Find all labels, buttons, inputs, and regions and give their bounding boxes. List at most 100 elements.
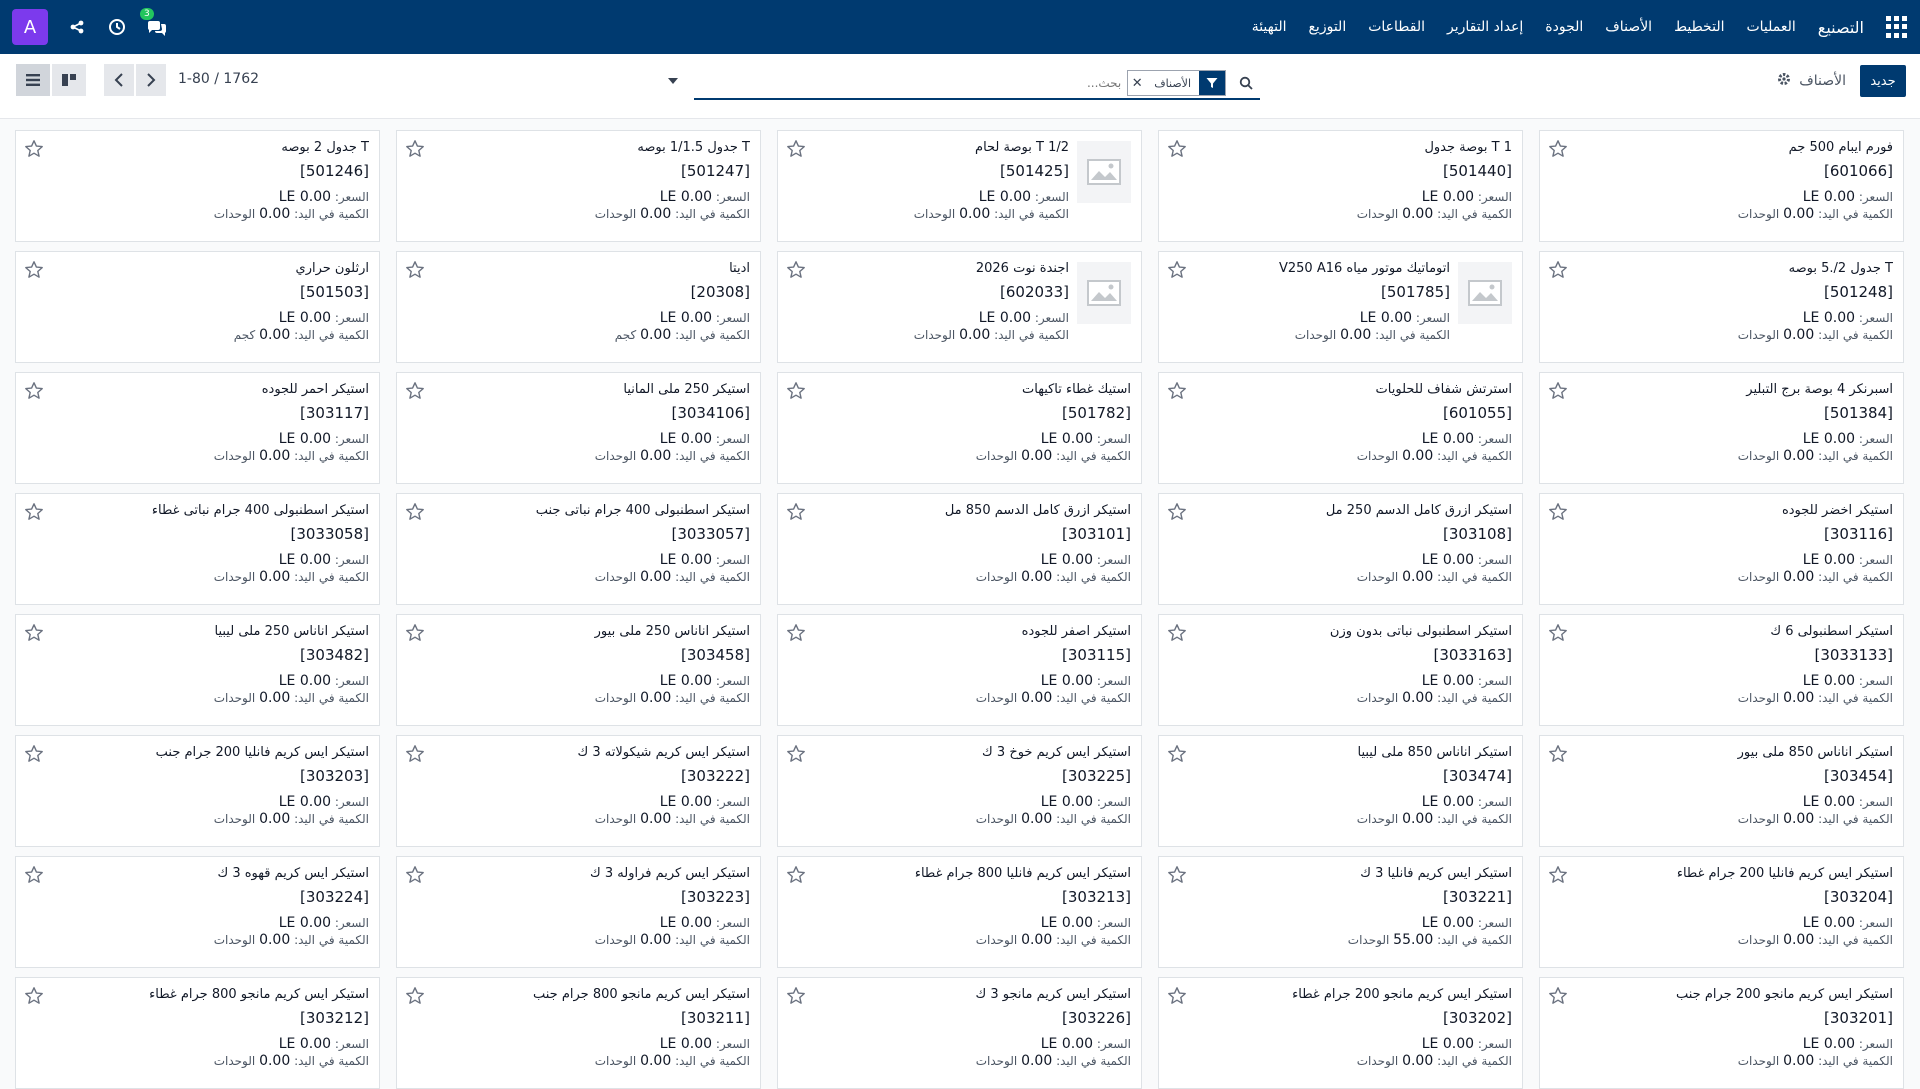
chat-icon[interactable]: 3 (140, 8, 168, 38)
star-icon[interactable] (405, 865, 425, 885)
star-icon[interactable] (1548, 139, 1568, 159)
product-card[interactable]: T 1/2 بوصة لحام [501425] السعر: 0.00 LE … (777, 130, 1142, 242)
share-icon[interactable] (66, 16, 88, 38)
product-card[interactable]: استيكر اصفر للجوده [303115] السعر: 0.00 … (777, 614, 1142, 726)
product-card[interactable]: استيكر ايس كريم فانليا 200 جرام غطاء [30… (1539, 856, 1904, 968)
product-card[interactable]: استيكر اسطنبولى 6 ك [3033133] السعر: 0.0… (1539, 614, 1904, 726)
star-icon[interactable] (405, 986, 425, 1006)
star-icon[interactable] (786, 623, 806, 643)
star-icon[interactable] (786, 865, 806, 885)
star-icon[interactable] (1167, 865, 1187, 885)
product-card[interactable]: استيكر اناناس 250 ملى ليبيا [303482] الس… (15, 614, 380, 726)
star-icon[interactable] (24, 502, 44, 522)
menu-operations[interactable]: العمليات (1746, 19, 1795, 35)
product-card[interactable]: T 1 بوصة جدول [501440] السعر: 0.00 LE ال… (1158, 130, 1523, 242)
menu-configuration[interactable]: التهيئة (1252, 19, 1287, 35)
product-card[interactable]: استيكر اخضر للجوده [303116] السعر: 0.00 … (1539, 493, 1904, 605)
star-icon[interactable] (1167, 986, 1187, 1006)
user-avatar[interactable]: A (12, 9, 48, 45)
star-icon[interactable] (1167, 502, 1187, 522)
product-card[interactable]: اجندة نوت 2026 [602033] السعر: 0.00 LE ا… (777, 251, 1142, 363)
product-card[interactable]: استيكر اسطنبولى 400 جرام نباتى غطاء [303… (15, 493, 380, 605)
product-card[interactable]: استرتش شفاف للحلويات [601055] السعر: 0.0… (1158, 372, 1523, 484)
menu-quality[interactable]: الجودة (1545, 19, 1583, 35)
product-card[interactable]: فورم ايبام 500 جم [601066] السعر: 0.00 L… (1539, 130, 1904, 242)
product-card[interactable]: استيك غطاء تاكيهات [501782] السعر: 0.00 … (777, 372, 1142, 484)
product-card[interactable]: استيكر ايس كريم خوخ 3 ك [303225] السعر: … (777, 735, 1142, 847)
product-card[interactable]: اسبرنكر 4 بوصة برج التبلير [501384] السع… (1539, 372, 1904, 484)
star-icon[interactable] (786, 381, 806, 401)
star-icon[interactable] (786, 744, 806, 764)
clock-icon[interactable] (106, 16, 128, 38)
star-icon[interactable] (786, 502, 806, 522)
search-icon[interactable] (1232, 69, 1260, 97)
product-card[interactable]: استيكر ايس كريم مانجو 800 جرام غطاء [303… (15, 977, 380, 1089)
star-icon[interactable] (24, 381, 44, 401)
list-view-button[interactable] (16, 64, 50, 96)
product-card[interactable]: اتوماتيك موتور مياه V250 A16 [501785] ال… (1158, 251, 1523, 363)
star-icon[interactable] (1548, 381, 1568, 401)
star-icon[interactable] (405, 139, 425, 159)
pager-next-button[interactable] (136, 64, 166, 96)
menu-reporting[interactable]: إعداد التقارير (1447, 19, 1523, 35)
product-card[interactable]: استيكر ايس كريم فراوله 3 ك [303223] السع… (396, 856, 761, 968)
star-icon[interactable] (405, 381, 425, 401)
menu-distribution[interactable]: التوزيع (1308, 19, 1346, 35)
product-card[interactable]: T جدول 2/.5 بوصه [501248] السعر: 0.00 LE… (1539, 251, 1904, 363)
product-card[interactable]: استيكر اسطنبولى نباتى بدون وزن [3033163]… (1158, 614, 1523, 726)
star-icon[interactable] (24, 744, 44, 764)
star-icon[interactable] (1167, 744, 1187, 764)
menu-sectors[interactable]: القطاعات (1368, 19, 1425, 35)
star-icon[interactable] (405, 623, 425, 643)
product-card[interactable]: استيكر ايس كريم مانجو 200 جرام غطاء [303… (1158, 977, 1523, 1089)
facet-close-icon[interactable]: ✕ (1128, 76, 1146, 91)
star-icon[interactable] (1167, 381, 1187, 401)
star-icon[interactable] (1548, 744, 1568, 764)
product-card[interactable]: استيكر ايس كريم فانليا 3 ك [303221] السع… (1158, 856, 1523, 968)
star-icon[interactable] (1167, 623, 1187, 643)
star-icon[interactable] (24, 986, 44, 1006)
product-card[interactable]: استيكر ازرق كامل الدسم 850 مل [303101] ا… (777, 493, 1142, 605)
product-card[interactable]: استيكر احمر للجوده [303117] السعر: 0.00 … (15, 372, 380, 484)
product-card[interactable]: استيكر 250 ملى المانيا [3034106] السعر: … (396, 372, 761, 484)
product-card[interactable]: استيكر اناناس 250 ملى بيور [303458] السع… (396, 614, 761, 726)
product-card[interactable]: استيكر ايس كريم مانجو 3 ك [303226] السعر… (777, 977, 1142, 1089)
product-card[interactable]: استيكر ازرق كامل الدسم 250 مل [303108] ا… (1158, 493, 1523, 605)
product-card[interactable]: T جدول 1/1.5 بوصه [501247] السعر: 0.00 L… (396, 130, 761, 242)
star-icon[interactable] (1548, 623, 1568, 643)
search-dropdown-toggle[interactable] (668, 78, 678, 84)
product-card[interactable]: استيكر ايس كريم شيكولاته 3 ك [303222] ال… (396, 735, 761, 847)
product-card[interactable]: استيكر ايس كريم فانليا 800 جرام غطاء [30… (777, 856, 1142, 968)
apps-grid-icon[interactable] (1886, 16, 1908, 38)
star-icon[interactable] (24, 260, 44, 280)
star-icon[interactable] (24, 865, 44, 885)
product-card[interactable]: استيكر اناناس 850 ملى ليبيا [303474] الس… (1158, 735, 1523, 847)
pager-prev-button[interactable] (104, 64, 134, 96)
app-name[interactable]: التصنيع (1818, 18, 1864, 37)
star-icon[interactable] (24, 139, 44, 159)
product-card[interactable]: استيكر ايس كريم فانليا 200 جرام جنب [303… (15, 735, 380, 847)
star-icon[interactable] (1548, 502, 1568, 522)
star-icon[interactable] (1548, 986, 1568, 1006)
star-icon[interactable] (1548, 865, 1568, 885)
star-icon[interactable] (1167, 139, 1187, 159)
product-card[interactable]: اديتا [20308] السعر: 0.00 LE الكمية في ا… (396, 251, 761, 363)
product-card[interactable]: استيكر ايس كريم قهوه 3 ك [303224] السعر:… (15, 856, 380, 968)
product-card[interactable]: استيكر اسطنبولى 400 جرام نباتى جنب [3033… (396, 493, 761, 605)
star-icon[interactable] (405, 260, 425, 280)
star-icon[interactable] (405, 502, 425, 522)
menu-products[interactable]: الأصناف (1605, 19, 1652, 35)
kanban-view-button[interactable] (52, 64, 86, 96)
product-card[interactable]: ارثلون حراري [501503] السعر: 0.00 LE الك… (15, 251, 380, 363)
menu-planning[interactable]: التخطيط (1674, 19, 1724, 35)
pager-value[interactable]: 1-80 / 1762 (178, 71, 259, 87)
product-card[interactable]: T جدول 2 بوصه [501246] السعر: 0.00 LE ال… (15, 130, 380, 242)
star-icon[interactable] (24, 623, 44, 643)
product-card[interactable]: استيكر اناناس 850 ملى بيور [303454] السع… (1539, 735, 1904, 847)
product-card[interactable]: استيكر ايس كريم مانجو 200 جرام جنب [3032… (1539, 977, 1904, 1089)
star-icon[interactable] (405, 744, 425, 764)
star-icon[interactable] (1548, 260, 1568, 280)
new-button[interactable]: جديد (1860, 65, 1906, 97)
search-input[interactable] (694, 70, 1128, 96)
gear-icon[interactable] (1777, 72, 1791, 90)
